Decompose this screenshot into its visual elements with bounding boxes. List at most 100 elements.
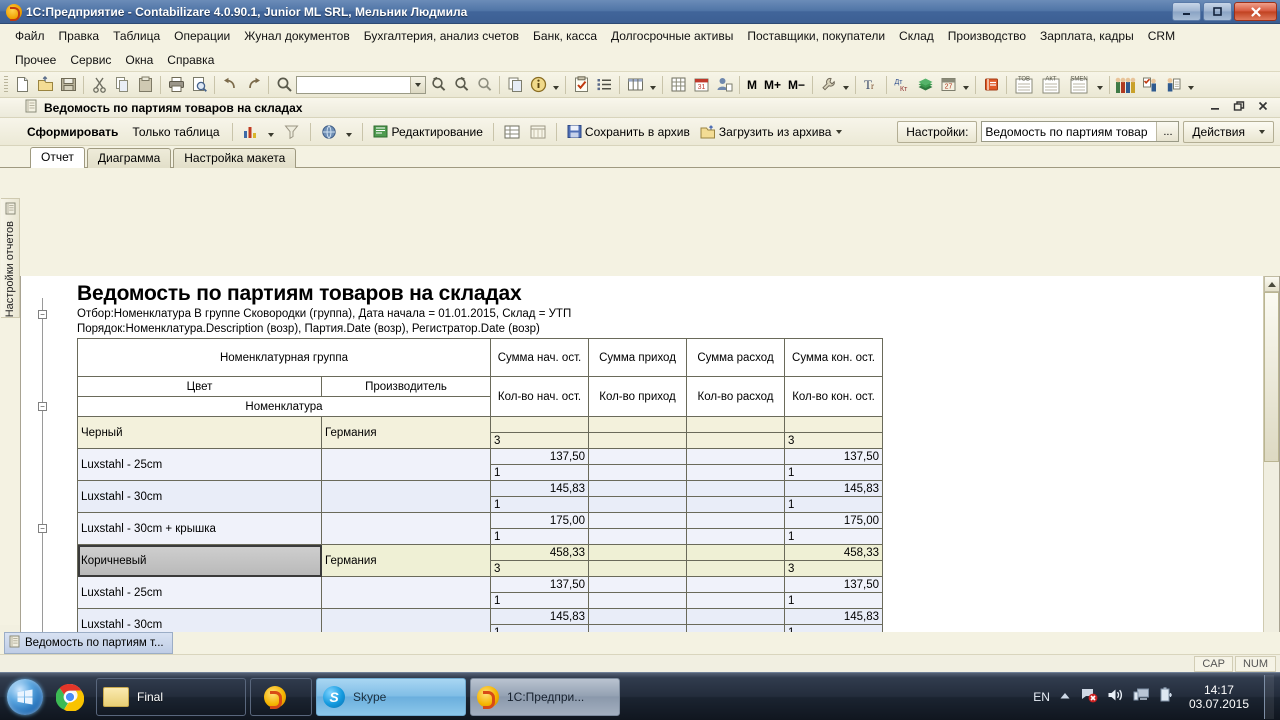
scroll-up-button[interactable] (1264, 276, 1279, 292)
taskbar-item-final[interactable]: Final (96, 677, 246, 716)
cut-icon[interactable] (88, 74, 110, 96)
taskbar-item-1c-a[interactable] (250, 677, 312, 716)
menu-item-suppliers[interactable]: Поставщики, покупатели (740, 27, 892, 45)
find-prev-icon[interactable] (450, 74, 472, 96)
menu-item-longterm[interactable]: Долгосрочные активы (604, 27, 740, 45)
columns-dropdown-arrow[interactable] (647, 74, 658, 96)
menu-item-production[interactable]: Производство (941, 27, 1033, 45)
report-restore-button[interactable] (1232, 100, 1246, 115)
monitor-icon[interactable] (1133, 687, 1150, 706)
report-settings-side-tab[interactable]: Настройки отчетов (1, 198, 20, 318)
vertical-scroll-thumb[interactable] (1264, 292, 1279, 462)
akt-doc-icon[interactable]: АКТ (1038, 74, 1064, 96)
menu-item-windows[interactable]: Окна (118, 51, 160, 69)
people-dropdown-arrow[interactable] (1185, 74, 1196, 96)
red-book-icon[interactable] (980, 74, 1002, 96)
menu-item-other[interactable]: Прочее (8, 51, 63, 69)
chart-icon[interactable] (240, 121, 262, 143)
user-icon[interactable] (713, 74, 735, 96)
tov-doc-icon[interactable]: ТОВ (1011, 74, 1037, 96)
menu-item-help[interactable]: Справка (160, 51, 221, 69)
tab-chart[interactable]: Диаграмма (86, 148, 172, 168)
globe-icon[interactable] (318, 121, 340, 143)
tray-language-indicator[interactable]: EN (1033, 690, 1050, 704)
minimize-button[interactable] (1172, 2, 1201, 21)
menu-item-bank-cash[interactable]: Банк, касса (526, 27, 604, 45)
menu-item-edit[interactable]: Правка (52, 27, 107, 45)
table-row[interactable]: Коричневый Германия 458,33 458,33 (77, 544, 883, 577)
battery-icon[interactable] (1159, 687, 1174, 706)
books-icon[interactable] (914, 74, 936, 96)
table-row[interactable]: Luxstahl - 30cm 145,83 145,83 (77, 480, 883, 513)
open-folder-icon[interactable] (34, 74, 56, 96)
menu-item-doc-journal[interactable]: Жунал документов (237, 27, 356, 45)
clipboard-check-icon[interactable] (570, 74, 592, 96)
memory-recall-button[interactable]: M (744, 78, 760, 92)
load-from-archive-button[interactable]: Загрузить из архива (697, 123, 846, 141)
info-dropdown-arrow[interactable] (550, 74, 561, 96)
checklist-person-icon[interactable] (1139, 74, 1161, 96)
font-icon[interactable]: Tr (860, 74, 882, 96)
show-desktop-button[interactable] (1264, 674, 1274, 719)
taskbar-clock[interactable]: 14:17 03.07.2015 (1183, 683, 1255, 711)
close-button[interactable] (1234, 2, 1277, 21)
table-row[interactable]: Luxstahl - 25cm 137,50 137,50 (77, 448, 883, 481)
smen-doc-icon[interactable]: SMEN (1065, 74, 1093, 96)
tab-report[interactable]: Отчет (30, 147, 85, 168)
settings-field[interactable]: Ведомость по партиям товар ... (981, 121, 1180, 142)
globe-dropdown-arrow[interactable] (344, 121, 355, 143)
wrench-icon[interactable] (817, 74, 839, 96)
settings-value[interactable]: Ведомость по партиям товар (982, 125, 1156, 139)
search-combo[interactable] (296, 75, 426, 94)
save-to-archive-button[interactable]: Сохранить в архив (564, 122, 693, 141)
menu-item-crm[interactable]: CRM (1141, 27, 1182, 45)
group-toggle[interactable]: − (38, 310, 47, 319)
maximize-button[interactable] (1203, 2, 1232, 21)
wrench-dropdown-arrow[interactable] (840, 74, 851, 96)
grid-icon[interactable] (501, 121, 523, 143)
tab-layout-setup[interactable]: Настройка макета (173, 148, 297, 168)
documents-dropdown-arrow[interactable] (1094, 74, 1105, 96)
actions-button[interactable]: Действия (1183, 120, 1274, 143)
table-layout-icon[interactable] (527, 121, 549, 143)
find-next-icon[interactable] (427, 74, 449, 96)
print-preview-icon[interactable] (188, 74, 210, 96)
calendar-27-icon[interactable]: 27 (937, 74, 959, 96)
only-table-button[interactable]: Только таблица (127, 123, 224, 141)
menu-item-accounting[interactable]: Бухгалтерия, анализ счетов (357, 27, 526, 45)
info-icon[interactable] (527, 74, 549, 96)
volume-icon[interactable] (1107, 687, 1124, 706)
load-archive-dropdown-arrow[interactable] (836, 129, 843, 134)
calendar-icon[interactable]: 31 (690, 74, 712, 96)
table-row[interactable]: Черный Германия (77, 416, 883, 449)
calendar-grid-icon[interactable] (667, 74, 689, 96)
find-icon[interactable] (273, 74, 295, 96)
group-toggle[interactable]: − (38, 402, 47, 411)
taskbar-item-1c-enterprise[interactable]: 1С:Предпри... (470, 677, 620, 716)
start-button[interactable] (2, 675, 48, 719)
redo-icon[interactable] (242, 74, 264, 96)
paste-icon[interactable] (134, 74, 156, 96)
memory-add-button[interactable]: M+ (761, 78, 784, 92)
search-combo-arrow[interactable] (410, 76, 425, 93)
network-error-icon[interactable] (1080, 687, 1098, 706)
window-list-item[interactable]: Ведомость по партиям т... (4, 632, 173, 654)
cancel-search-icon[interactable] (473, 74, 495, 96)
group-toggle[interactable]: − (38, 524, 47, 533)
new-document-icon[interactable] (11, 74, 33, 96)
people-icon[interactable] (1114, 74, 1138, 96)
menu-item-service[interactable]: Сервис (63, 51, 118, 69)
table-row[interactable]: Luxstahl - 30cm + крышка 175,00 175,00 (77, 512, 883, 545)
actions-dropdown-arrow[interactable] (1259, 129, 1265, 134)
menu-item-file[interactable]: Файл (8, 27, 52, 45)
menu-item-warehouse[interactable]: Склад (892, 27, 941, 45)
table-row[interactable]: Luxstahl - 25cm 137,50 137,50 (77, 576, 883, 609)
calendar-dropdown-arrow[interactable] (960, 74, 971, 96)
filter-icon[interactable] (281, 121, 303, 143)
columns-icon[interactable] (624, 74, 646, 96)
chart-dropdown-arrow[interactable] (266, 121, 277, 143)
print-icon[interactable] (165, 74, 187, 96)
memory-subtract-button[interactable]: M− (785, 78, 808, 92)
menu-item-operations[interactable]: Операции (167, 27, 237, 45)
generate-button[interactable]: Сформировать (22, 123, 123, 141)
